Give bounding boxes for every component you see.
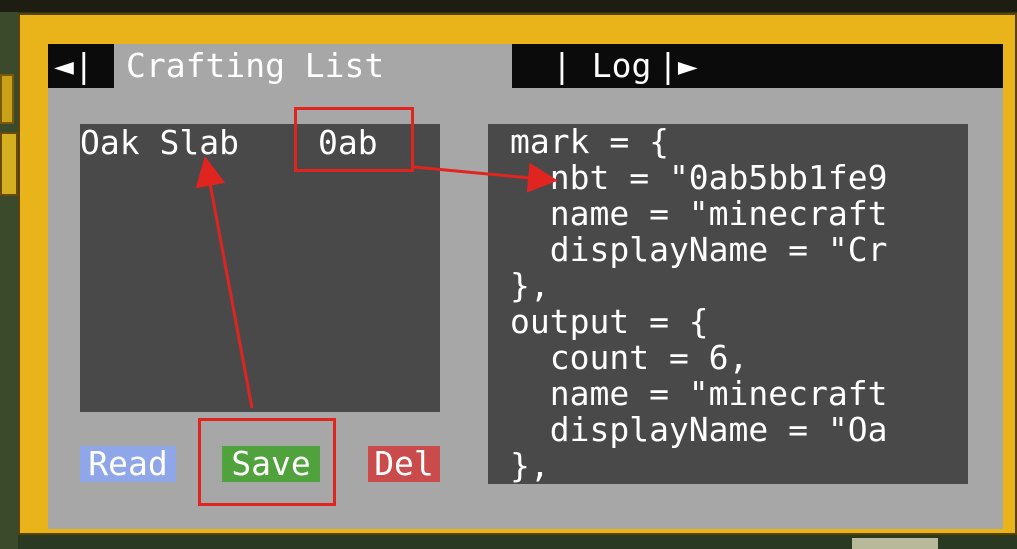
code-line: displayName = "Oa: [510, 410, 888, 449]
code-line: output = {: [510, 302, 709, 341]
tab-log[interactable]: | Log: [510, 44, 672, 88]
read-button[interactable]: Read: [80, 446, 176, 482]
annotation-box-id: [294, 107, 414, 172]
annotation-box-save: [198, 418, 336, 506]
code-line: name = "minecraft: [510, 194, 888, 233]
background-hotbar-tile: [0, 132, 18, 196]
tab-prev-arrow[interactable]: ◄|: [54, 44, 104, 88]
code-line: name = "minecraft: [510, 374, 888, 413]
list-item-name[interactable]: Oak Slab: [80, 126, 239, 160]
background-item: [852, 538, 938, 549]
code-view: mark = { nbt = "0ab5bb1fe9 name = "minec…: [488, 124, 968, 484]
tab-next-arrow[interactable]: |►: [658, 44, 708, 88]
background-world-left: [0, 12, 18, 549]
background-hotbar-tile: [0, 74, 14, 124]
tab-crafting-list[interactable]: Crafting List: [114, 44, 512, 88]
code-line: },: [510, 266, 550, 305]
tab-bar: ◄| Crafting List | Log |►: [48, 44, 1003, 88]
tab-separator: |: [552, 46, 572, 85]
code-line: nbt = "0ab5bb1fe9: [510, 158, 888, 197]
background-world-top: [0, 0, 1017, 12]
tab-log-label: Log: [591, 46, 652, 85]
code-line: displayName = "Cr: [510, 230, 888, 269]
delete-button[interactable]: Del: [368, 446, 440, 482]
code-line: },: [510, 446, 550, 484]
code-line: mark = {: [510, 124, 669, 161]
code-line: count = 6,: [510, 338, 749, 377]
